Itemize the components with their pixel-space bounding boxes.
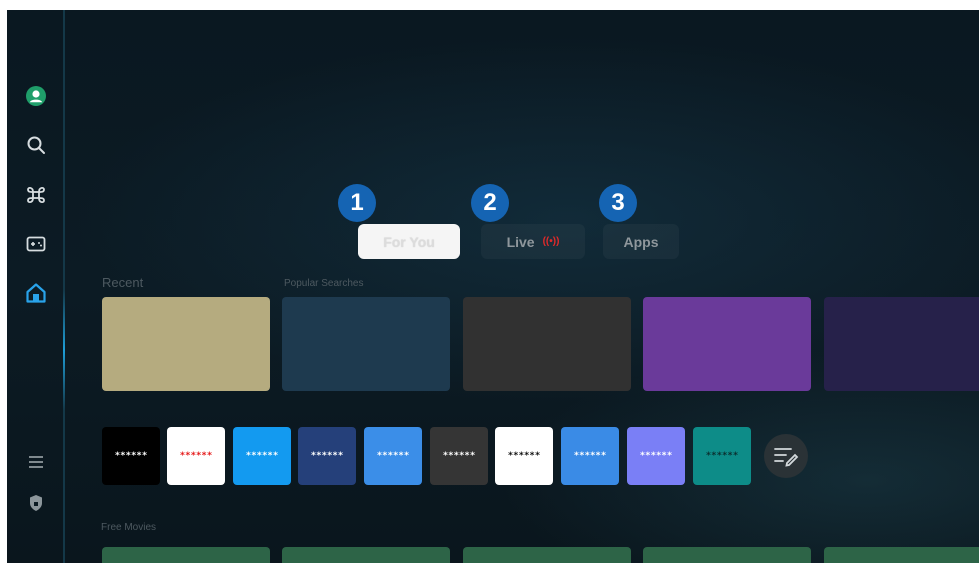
tab-marker-for-you: 1	[338, 184, 376, 222]
app-tile[interactable]: ******	[561, 427, 619, 485]
app-tile[interactable]: ******	[298, 427, 356, 485]
tab-marker-apps: 3	[599, 184, 637, 222]
live-indicator-icon: ((•))	[542, 236, 560, 247]
edit-list-icon	[774, 448, 799, 467]
section-free-movies-label: Free Movies	[101, 522, 157, 533]
content-card[interactable]	[643, 297, 811, 391]
content-card[interactable]	[282, 297, 450, 391]
tab-apps[interactable]: Apps	[603, 224, 679, 259]
tab-live[interactable]: Live ((•))	[481, 224, 585, 259]
section-recent-label: Recent	[102, 275, 144, 290]
home-icon[interactable]	[24, 281, 48, 305]
free-movie-card[interactable]	[463, 547, 631, 563]
free-movie-card[interactable]	[102, 547, 270, 563]
content-card[interactable]	[102, 297, 270, 391]
edit-apps-button[interactable]	[764, 434, 808, 478]
search-icon[interactable]	[24, 133, 48, 157]
profile-icon[interactable]	[24, 84, 48, 108]
tab-live-label: Live	[506, 233, 535, 250]
section-popular-label: Popular Searches	[284, 278, 364, 289]
free-movie-card[interactable]	[824, 547, 979, 563]
tab-marker-live: 2	[471, 184, 509, 222]
app-tile[interactable]: ******	[693, 427, 751, 485]
app-tile[interactable]: ******	[102, 427, 160, 485]
free-movie-card[interactable]	[643, 547, 811, 563]
ambient-icon[interactable]	[24, 183, 48, 207]
sidebar	[7, 10, 65, 563]
app-tile[interactable]: ******	[364, 427, 422, 485]
shield-icon[interactable]	[24, 491, 48, 515]
app-tile[interactable]: ******	[495, 427, 553, 485]
app-tile[interactable]: ******	[627, 427, 685, 485]
tab-for-you[interactable]: For You	[358, 224, 460, 259]
tab-apps-label: Apps	[623, 233, 659, 250]
app-tile[interactable]: ******	[430, 427, 488, 485]
content-card[interactable]	[824, 297, 979, 391]
free-movie-card[interactable]	[282, 547, 450, 563]
menu-icon[interactable]	[24, 450, 48, 474]
sidebar-focus-glow	[63, 290, 65, 410]
app-tile[interactable]: ******	[233, 427, 291, 485]
game-icon[interactable]	[24, 232, 48, 256]
tab-for-you-label: For You	[383, 233, 435, 250]
content-card[interactable]	[463, 297, 631, 391]
tv-home-screen: 1 2 3 For You Live ((•)) Apps Recent Pop…	[7, 10, 979, 563]
app-tile[interactable]: ******	[167, 427, 225, 485]
